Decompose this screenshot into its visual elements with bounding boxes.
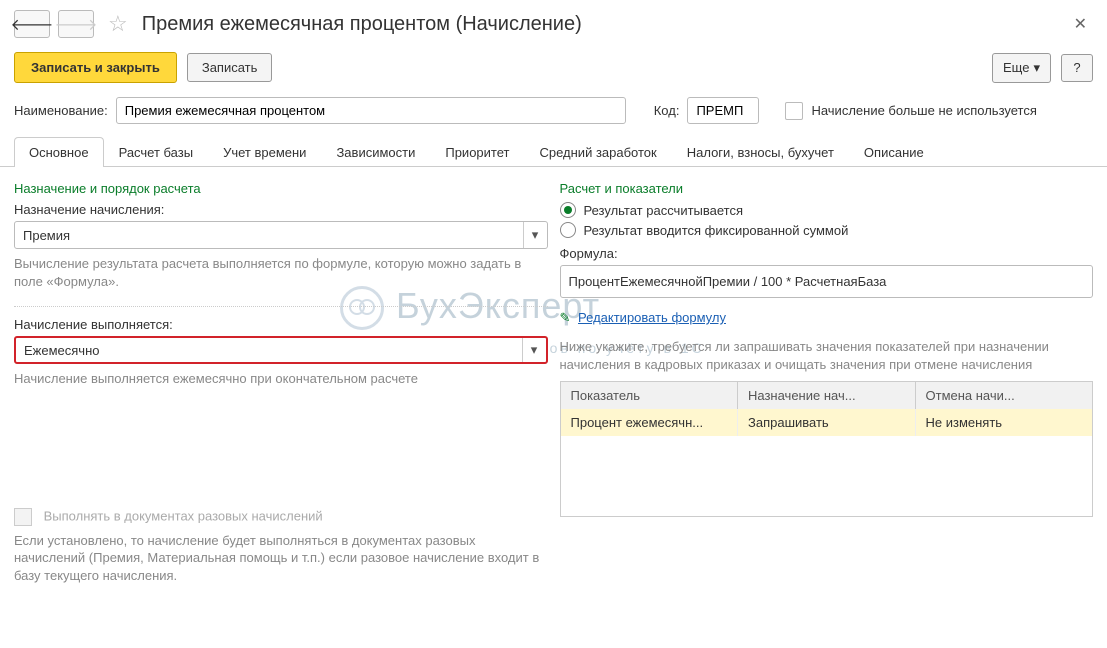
th-indicator[interactable]: Показатель (561, 382, 739, 409)
period-value: Ежемесячно (16, 343, 522, 358)
formula-label: Формула: (560, 246, 1094, 261)
radio-fixed-label: Результат вводится фиксированной суммой (584, 223, 849, 238)
tab-time[interactable]: Учет времени (208, 137, 321, 167)
unused-label: Начисление больше не используется (811, 103, 1036, 118)
th-assign[interactable]: Назначение нач... (738, 382, 916, 409)
tab-base-calc[interactable]: Расчет базы (104, 137, 209, 167)
write-button[interactable]: Записать (187, 53, 273, 82)
purpose-value: Премия (15, 228, 523, 243)
section-purpose-header: Назначение и порядок расчета (14, 181, 548, 196)
table-row[interactable]: Процент ежемесячн... Запрашивать Не изме… (561, 409, 1093, 436)
help-button[interactable]: ? (1061, 54, 1093, 82)
radio-fixed[interactable]: Результат вводится фиксированной суммой (560, 222, 1094, 238)
chevron-down-icon: ▾ (522, 338, 546, 362)
formula-display: ПроцентЕжемесячнойПремии / 100 * Расчетн… (560, 265, 1094, 298)
chevron-down-icon: ▾ (1033, 60, 1040, 76)
td-cancel: Не изменять (916, 409, 1093, 436)
pencil-icon: ✎ (560, 310, 571, 325)
window-title: Премия ежемесячная процентом (Начисление… (142, 13, 582, 36)
code-input[interactable] (687, 97, 759, 124)
tab-main[interactable]: Основное (14, 137, 104, 167)
period-select[interactable]: Ежемесячно ▾ (14, 336, 548, 364)
purpose-label: Назначение начисления: (14, 202, 548, 217)
close-button[interactable]: ✕ (1068, 14, 1093, 34)
period-label: Начисление выполняется: (14, 317, 548, 332)
unused-checkbox[interactable] (785, 102, 803, 120)
tab-deps[interactable]: Зависимости (321, 137, 430, 167)
purpose-select[interactable]: Премия ▾ (14, 221, 548, 249)
radio-calculated-label: Результат рассчитывается (584, 203, 744, 218)
purpose-help: Вычисление результата расчета выполняетс… (14, 255, 548, 290)
chevron-down-icon: ▾ (523, 222, 547, 248)
indicators-table: Показатель Назначение нач... Отмена начи… (560, 381, 1094, 517)
write-and-close-button[interactable]: Записать и закрыть (14, 52, 177, 83)
name-input[interactable] (116, 97, 626, 124)
radio-calculated[interactable]: Результат рассчитывается (560, 202, 1094, 218)
code-label: Код: (654, 103, 680, 118)
edit-formula-link[interactable]: Редактировать формулу (578, 310, 726, 325)
td-indicator: Процент ежемесячн... (561, 409, 739, 436)
tab-priority[interactable]: Приоритет (430, 137, 524, 167)
th-cancel[interactable]: Отмена начи... (916, 382, 1093, 409)
onceoff-checkbox (14, 508, 32, 526)
favorite-star-icon[interactable]: ☆ (108, 11, 128, 37)
nav-forward-button[interactable]: 🡒 (58, 10, 94, 38)
tab-avg-earnings[interactable]: Средний заработок (524, 137, 671, 167)
section-calc-header: Расчет и показатели (560, 181, 1094, 196)
indicators-note: Ниже укажите, требуется ли запрашивать з… (560, 338, 1094, 373)
tab-bar: Основное Расчет базы Учет времени Зависи… (0, 136, 1107, 167)
period-help: Начисление выполняется ежемесячно при ок… (14, 370, 548, 388)
onceoff-label: Выполнять в документах разовых начислени… (44, 508, 323, 523)
tab-taxes[interactable]: Налоги, взносы, бухучет (672, 137, 849, 167)
more-button[interactable]: Еще ▾ (992, 53, 1051, 83)
nav-back-button[interactable]: 🡐 (14, 10, 50, 38)
td-assign: Запрашивать (738, 409, 916, 436)
name-label: Наименование: (14, 103, 108, 118)
onceoff-help: Если установлено, то начисление будет вы… (14, 532, 548, 585)
tab-description[interactable]: Описание (849, 137, 939, 167)
